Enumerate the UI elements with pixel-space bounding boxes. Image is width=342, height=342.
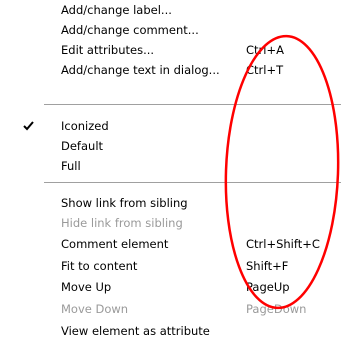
- menu-item-label: Move Down: [61, 302, 129, 316]
- menu-item-shortcut: Ctrl+A: [246, 43, 284, 57]
- menu-item-show-link-from-sibling[interactable]: Show link from sibling: [0, 193, 341, 213]
- menu-item-add-change-label[interactable]: Add/change label...: [0, 0, 341, 20]
- menu-separator: [44, 104, 341, 106]
- menu-item-shortcut: Ctrl+Shift+C: [246, 237, 320, 251]
- menu-item-label: Move Up: [61, 280, 112, 294]
- menu-item-shortcut: Ctrl+T: [246, 63, 284, 77]
- menu-item-shortcut: Shift+F: [246, 259, 289, 273]
- menu-item-hide-link-from-sibling: Hide link from sibling: [0, 213, 341, 233]
- menu-item-shortcut: PageDown: [246, 302, 307, 316]
- menu-item-full[interactable]: Full: [0, 156, 341, 176]
- menu-item-view-element-as-attribute[interactable]: View element as attribute: [0, 321, 341, 341]
- menu-item-label: Hide link from sibling: [61, 216, 183, 230]
- menu-item-label: Full: [61, 159, 81, 173]
- menu-separator: [44, 182, 341, 184]
- menu-item-shortcut: PageUp: [246, 280, 290, 294]
- menu-item-comment-element[interactable]: Comment element Ctrl+Shift+C: [0, 234, 341, 254]
- menu-item-label: Add/change comment...: [61, 23, 199, 37]
- check-icon: [23, 121, 34, 131]
- menu-item-label: Comment element: [61, 237, 169, 251]
- menu-item-default[interactable]: Default: [0, 136, 341, 156]
- menu-item-label: Show link from sibling: [61, 196, 188, 210]
- context-menu: Add/change label... Add/change comment..…: [0, 0, 341, 341]
- menu-item-label: Add/change text in dialog...: [61, 63, 220, 77]
- menu-item-fit-to-content[interactable]: Fit to content Shift+F: [0, 256, 341, 276]
- menu-item-label: View element as attribute: [61, 324, 210, 338]
- menu-item-label: Fit to content: [61, 259, 138, 273]
- menu-item-move-down: Move Down PageDown: [0, 299, 341, 319]
- menu-item-label: Iconized: [61, 119, 109, 133]
- menu-item-label: Default: [61, 139, 104, 153]
- menu-item-edit-attributes[interactable]: Edit attributes... Ctrl+A: [0, 40, 341, 60]
- menu-item-add-change-comment[interactable]: Add/change comment...: [0, 20, 341, 40]
- menu-item-label: Edit attributes...: [61, 43, 155, 57]
- menu-item-add-change-text-in-dialog[interactable]: Add/change text in dialog... Ctrl+T: [0, 60, 341, 80]
- menu-item-move-up[interactable]: Move Up PageUp: [0, 277, 341, 297]
- menu-item-label: Add/change label...: [61, 3, 172, 17]
- menu-item-iconized[interactable]: Iconized: [0, 116, 341, 136]
